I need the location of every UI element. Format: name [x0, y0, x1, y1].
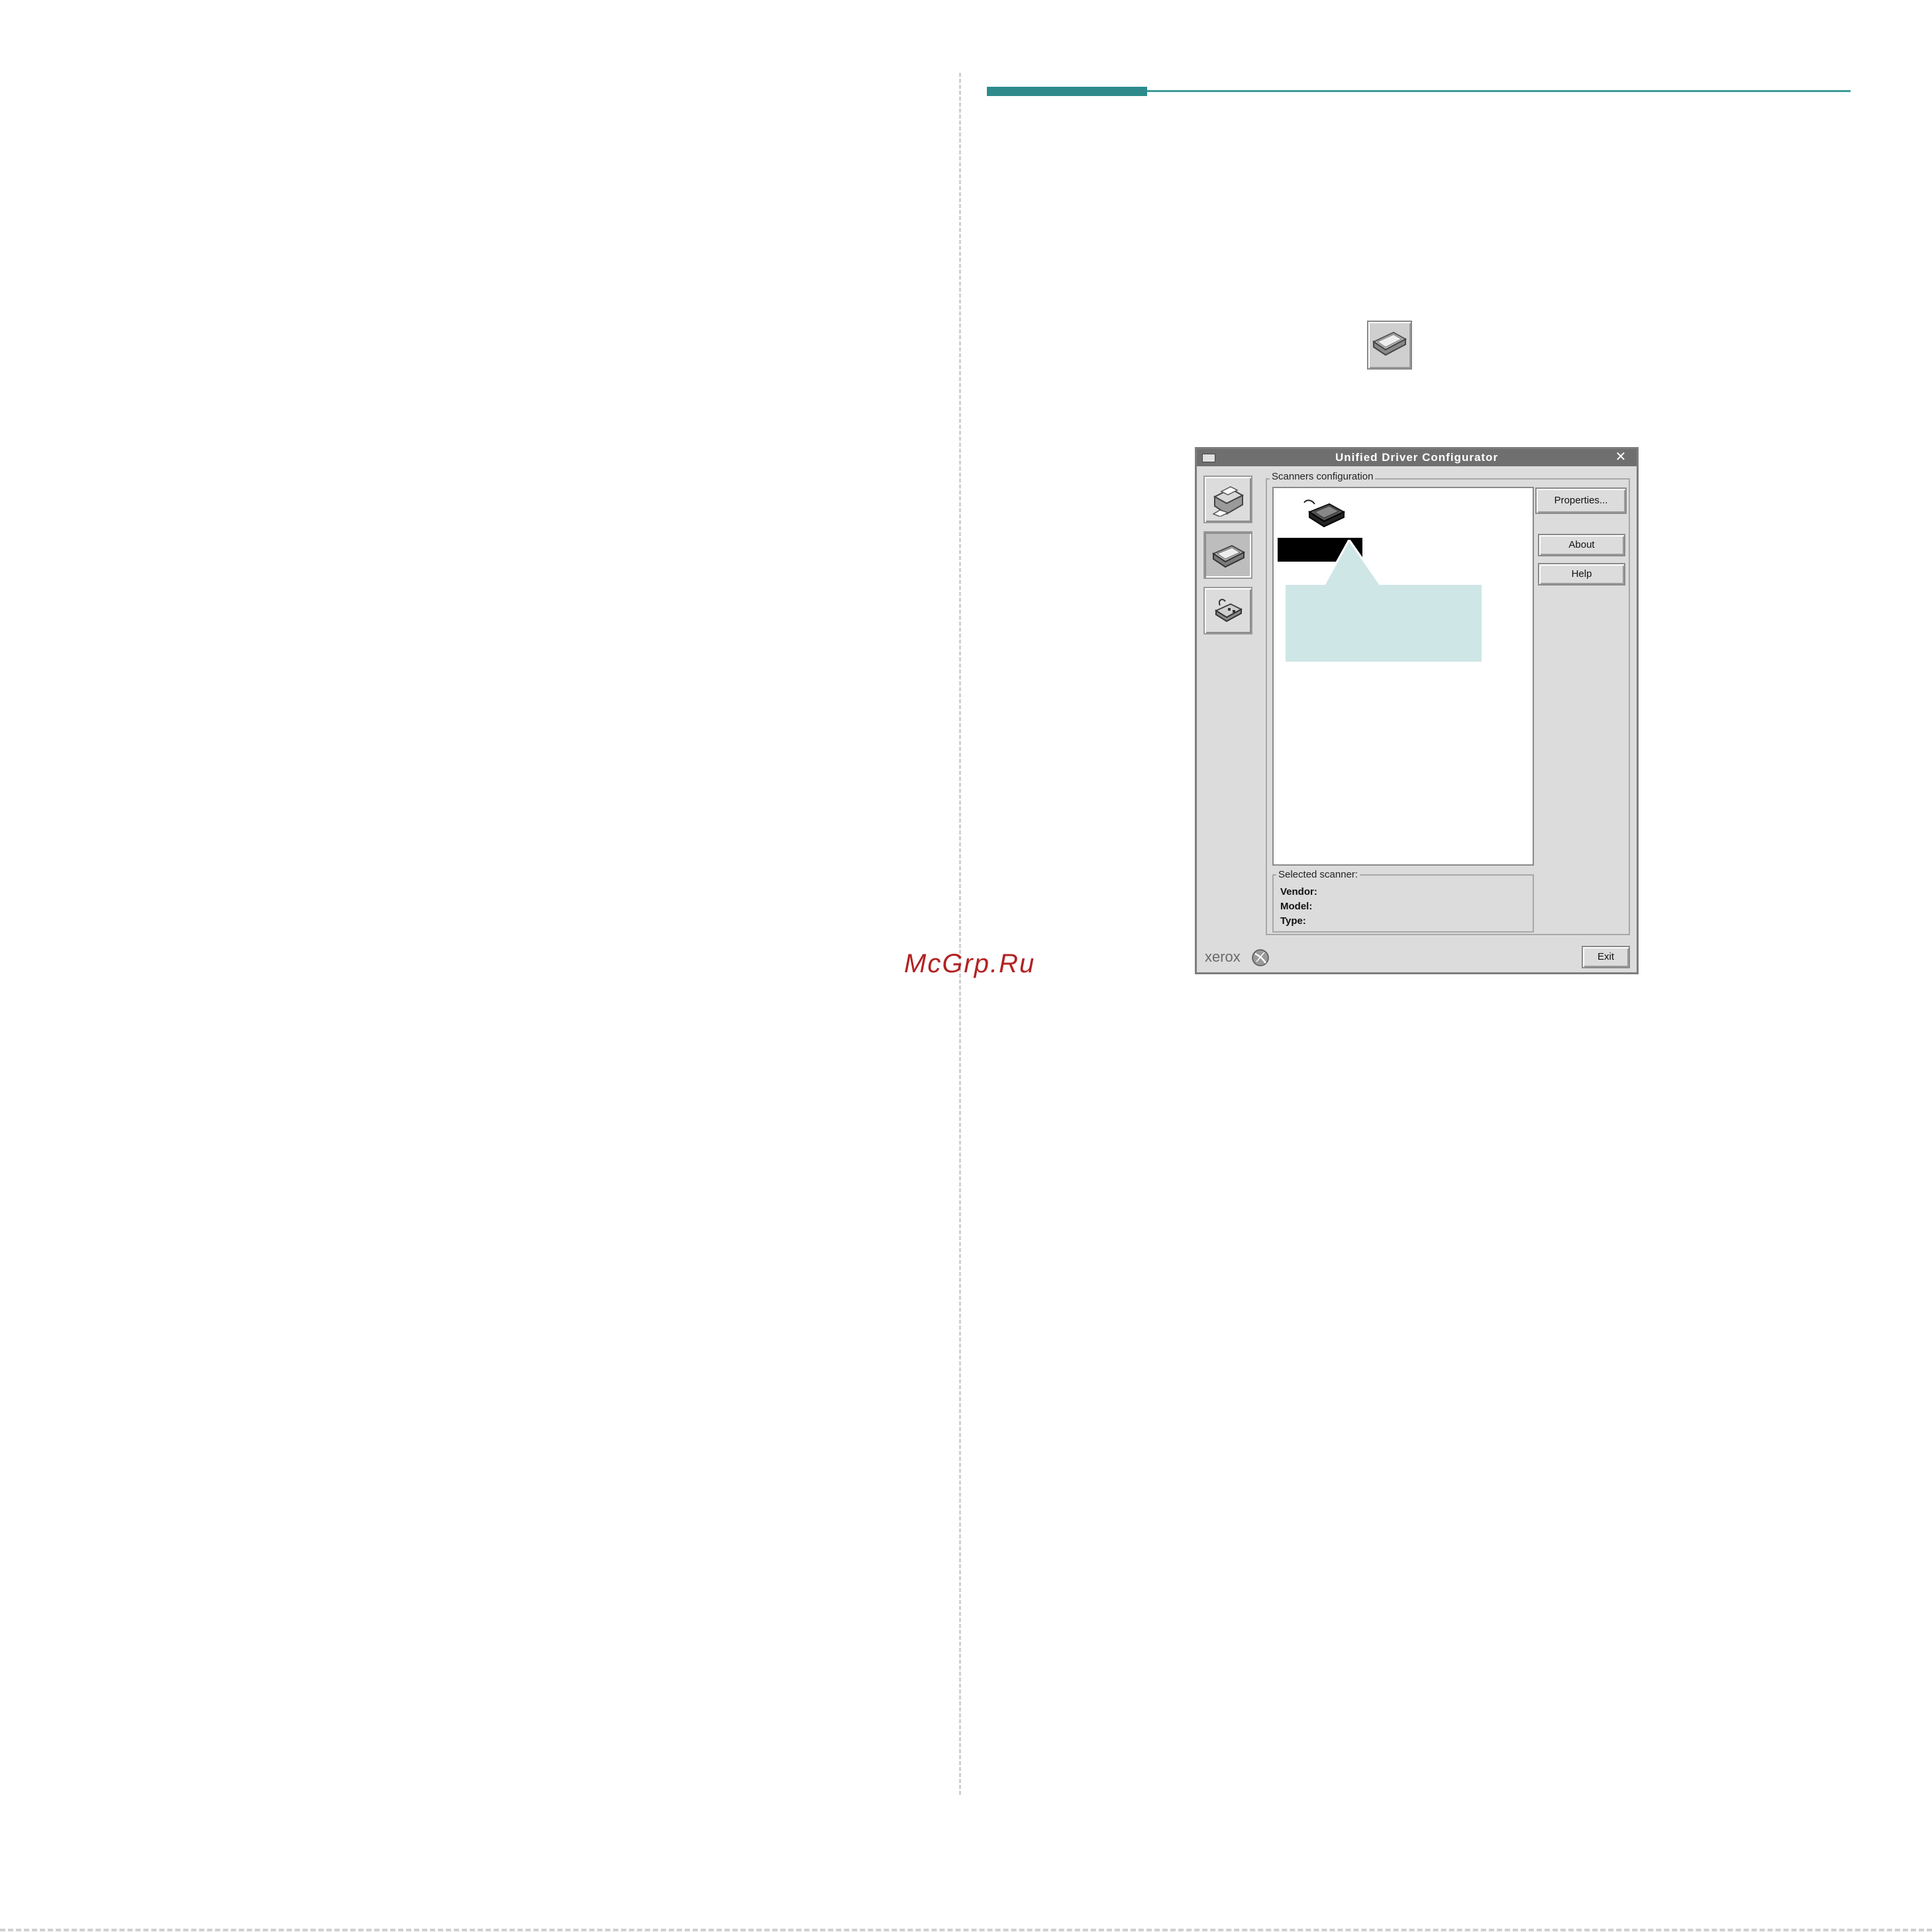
model-label: Model:: [1280, 901, 1313, 912]
scanner-device-icon[interactable]: [1300, 495, 1348, 532]
header-rule-accent: [987, 87, 1147, 96]
properties-button[interactable]: Properties...: [1535, 487, 1627, 514]
port-icon: [1214, 599, 1243, 623]
title-bar[interactable]: Unified Driver Configurator ✕: [1197, 449, 1637, 466]
printer-icon: [1212, 486, 1245, 517]
scanners-configuration-label: Scanners configuration: [1270, 471, 1376, 482]
column-divider: [959, 73, 961, 1795]
type-label: Type:: [1280, 915, 1306, 927]
exit-button[interactable]: Exit: [1582, 946, 1630, 968]
scanner-list[interactable]: [1272, 487, 1534, 866]
nav-scanners-button[interactable]: [1203, 531, 1252, 579]
vendor-label: Vendor:: [1280, 886, 1317, 897]
selected-scanner-heading: Selected scanner:: [1276, 869, 1360, 880]
window-title: Unified Driver Configurator: [1335, 451, 1499, 464]
header-rule: [1147, 90, 1851, 92]
callout-box: [1286, 585, 1482, 662]
help-button[interactable]: Help: [1538, 563, 1625, 585]
scanner-icon: [1367, 321, 1412, 370]
xerox-logo: xerox: [1205, 948, 1241, 965]
scanner-icon: [1211, 544, 1246, 568]
unified-driver-configurator-window: Unified Driver Configurator ✕ Scanners c…: [1195, 447, 1639, 974]
close-icon[interactable]: ✕: [1613, 450, 1629, 464]
about-button[interactable]: About: [1538, 534, 1625, 556]
nav-ports-button[interactable]: [1203, 587, 1252, 635]
callout-pointer: [1323, 540, 1382, 587]
page-bottom-edge: [0, 1929, 1932, 1931]
nav-printers-button[interactable]: [1203, 476, 1252, 523]
watermark: McGrp.Ru: [904, 949, 1036, 978]
xerox-globe-icon: [1252, 949, 1269, 966]
